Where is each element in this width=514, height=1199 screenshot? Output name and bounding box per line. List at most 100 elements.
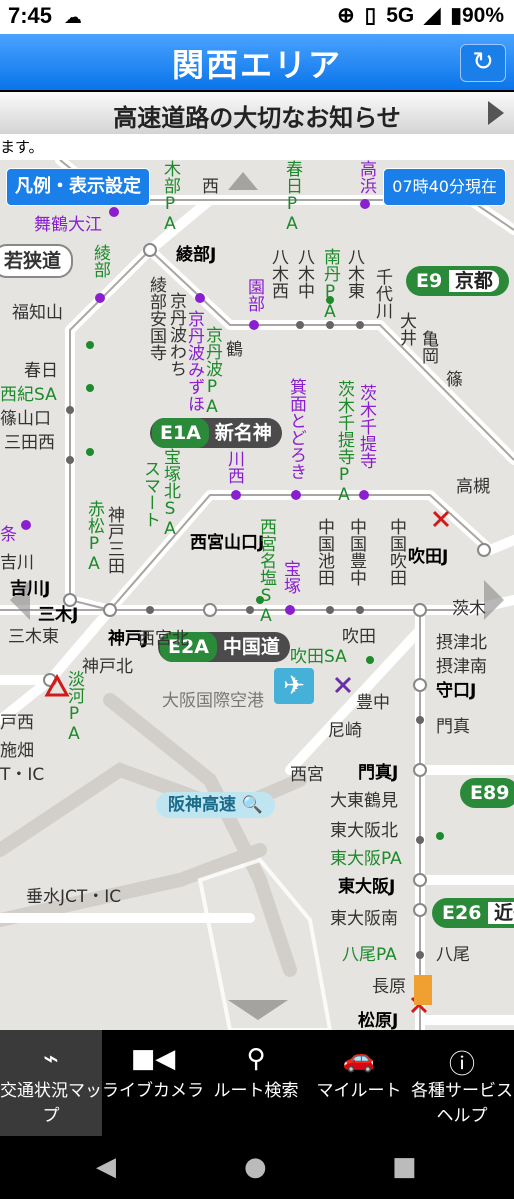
map-label: 千代川 [372, 268, 392, 319]
junction-marker [413, 603, 427, 617]
map-label: 条 [0, 525, 17, 545]
map-label: 宝塚 [280, 560, 300, 594]
map-label: 長原 [372, 977, 406, 997]
traffic-map[interactable]: 凡例・表示設定 07時40分現在 E9 京都 E1A 新名神 E2A 中国道 E89… [0, 160, 514, 1030]
map-label: 門真 [436, 717, 470, 737]
nav-live-camera[interactable]: ■◀ ライブカメラ [102, 1030, 204, 1136]
map-label: 三田西 [4, 433, 55, 453]
map-label: 吹田SA [290, 647, 347, 667]
nav-traffic-map[interactable]: ⌁ 交通状況マップ [0, 1030, 102, 1136]
road-bg [103, 693, 297, 977]
junction-marker [413, 903, 427, 917]
map-label: 三木東 [8, 627, 59, 647]
map-label: 南丹PA [320, 248, 340, 322]
map-label: 神戸北 [82, 657, 133, 677]
map-label: 守口J [436, 681, 477, 701]
map-label: 京丹波PA [202, 326, 222, 417]
congestion-segment [414, 975, 432, 1005]
map-label: 施畑 [0, 741, 34, 761]
japan-map-icon: ⌁ [43, 1044, 59, 1074]
map-label: 松原J [358, 1011, 399, 1030]
bottom-navigation: ⌁ 交通状況マップ ■◀ ライブカメラ ⚲ ルート検索 🚗 マイルート ⓘ 各種… [0, 1030, 514, 1136]
map-label: 豊中 [356, 693, 390, 713]
map-label: 西宮北 [138, 629, 189, 649]
map-label: 東大阪北 [330, 821, 398, 841]
search-icon: ⚲ [246, 1044, 266, 1074]
nav-my-route[interactable]: 🚗 マイルート [308, 1030, 410, 1136]
magnifier-icon: 🔍 [241, 795, 264, 815]
map-label: 吉川 [0, 553, 34, 573]
map-label: 吹田 [342, 627, 376, 647]
route-shield-e9: E9 京都 [406, 266, 509, 296]
network-type: 5G [386, 3, 415, 27]
map-label: 綾部安国寺 [146, 276, 166, 361]
map-label: 大東鶴見 [330, 791, 398, 811]
map-label: 春日 [24, 361, 58, 381]
time-label: 07時40分現在 [383, 168, 506, 206]
map-label: 摂津北 [436, 633, 487, 653]
map-label: 茨木千提寺PA [334, 380, 354, 505]
map-label: 高槻 [456, 477, 490, 497]
hanshin-expressway-button[interactable]: 阪神高速 🔍 [156, 792, 276, 818]
map-label: 鶴 [222, 340, 242, 357]
map-label: 茨木 [452, 599, 486, 619]
map-label: 西紀SA [0, 385, 57, 405]
map-label: 大阪国際空港 [162, 691, 264, 711]
notice-text: 高速道路の大切なお知らせ [113, 104, 401, 132]
map-label: 東大阪J [338, 877, 396, 897]
map-label: 綾部J [176, 245, 217, 265]
map-label: 赤松PA [84, 500, 104, 574]
signal-icon: ◢ [424, 4, 441, 27]
incident-x-icon [334, 676, 352, 694]
map-label: 大井 [396, 312, 416, 346]
map-label: 箕面とどろき [286, 378, 306, 480]
map-label: 吉川J [10, 579, 51, 599]
map-label: 摂津南 [436, 657, 487, 677]
map-label: 園部 [244, 278, 264, 312]
map-label: 福知山 [12, 303, 63, 323]
map-label: 西 [202, 177, 219, 197]
map-label: 八木中 [294, 248, 314, 299]
junction-marker [413, 763, 427, 777]
battery-level: ▮90% [450, 4, 504, 27]
refresh-button[interactable]: ↻ [460, 44, 506, 82]
junction-marker [413, 678, 427, 692]
status-time: 7:45 [8, 3, 53, 28]
map-label: 篠 [442, 370, 462, 387]
recents-icon[interactable]: ■ [392, 1152, 417, 1182]
map-label: 木部PA [160, 160, 180, 234]
scroll-up-arrow [228, 172, 258, 190]
map-label: 垂水JCT・IC [26, 887, 122, 907]
map-label: 亀岡 [418, 330, 438, 364]
route-shield-e89: E89 [460, 778, 514, 808]
map-label: 京丹波みずほ [184, 310, 204, 412]
home-icon[interactable]: ● [244, 1152, 267, 1182]
map-label: スマート [140, 460, 160, 528]
map-label: 八尾 [436, 945, 470, 965]
map-label: 神戸三田 [104, 506, 124, 574]
chevron-right-icon [488, 101, 504, 125]
map-label: 川西 [224, 450, 244, 484]
nav-route-search[interactable]: ⚲ ルート検索 [204, 1030, 308, 1136]
map-label: 淡河PA [64, 670, 84, 744]
ticker-text: ます。 [0, 134, 514, 160]
route-shield-e26: E26 近畿 [432, 898, 514, 928]
notice-banner[interactable]: 高速道路の大切なお知らせ [0, 92, 514, 135]
status-indicators: ⊕ ▯ 5G ◢ ▮90% [337, 3, 504, 28]
map-label: 茨木千提寺 [356, 384, 376, 469]
map-label: 吹田J [408, 547, 449, 567]
map-label: 綾部 [90, 244, 110, 278]
back-icon[interactable]: ◀ [96, 1152, 116, 1182]
map-label: 戸西 [0, 713, 34, 733]
info-icon: ⓘ [448, 1050, 475, 1080]
system-navigation: ◀ ● ■ [0, 1136, 514, 1199]
map-label: 中国池田 [314, 518, 334, 586]
legend-settings-button[interactable]: 凡例・表示設定 [6, 168, 150, 206]
nav-services-help[interactable]: ⓘ 各種サービスヘルプ [410, 1030, 514, 1136]
video-camera-icon: ■◀ [130, 1044, 176, 1074]
junction-marker [143, 243, 157, 257]
vibrate-icon: ▯ [364, 4, 377, 27]
map-label: 西宮山口J [190, 533, 265, 553]
scroll-down-arrow [228, 1000, 288, 1020]
map-label: 宝塚北SA [160, 448, 180, 539]
